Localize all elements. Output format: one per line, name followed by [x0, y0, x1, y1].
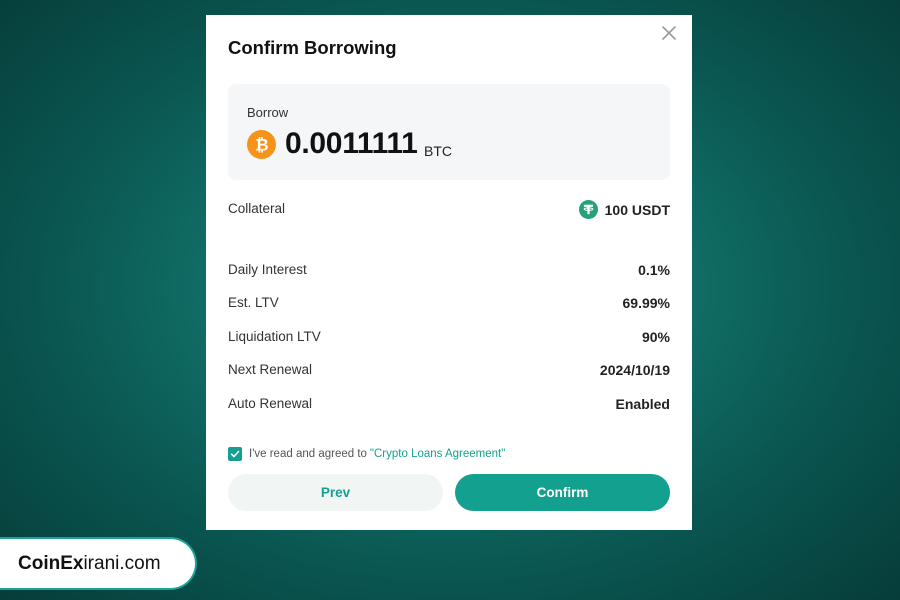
detail-row-daily-interest: Daily Interest 0.1%: [228, 262, 670, 282]
agreement-checkbox[interactable]: [228, 447, 242, 461]
collateral-label: Collateral: [228, 201, 286, 216]
detail-row-next-renewal: Next Renewal 2024/10/19: [228, 362, 670, 382]
detail-row-auto-renewal: Auto Renewal Enabled: [228, 396, 670, 416]
agreement-row: I've read and agreed to "Crypto Loans Ag…: [228, 446, 505, 462]
collateral-row: Collateral 100 USDT: [228, 200, 670, 221]
borrow-label: Borrow: [247, 105, 289, 120]
detail-label: Liquidation LTV: [228, 329, 321, 344]
close-icon: [662, 26, 676, 40]
detail-label: Daily Interest: [228, 262, 307, 277]
detail-value: 0.1%: [638, 262, 670, 278]
detail-value: 90%: [641, 329, 670, 345]
detail-label: Auto Renewal: [228, 396, 313, 411]
detail-label: Next Renewal: [228, 362, 313, 377]
detail-value: 69.99%: [622, 295, 670, 311]
detail-label: Est. LTV: [228, 295, 279, 310]
detail-row-liquidation-ltv: Liquidation LTV 90%: [228, 329, 670, 349]
bitcoin-icon: ₿: [247, 130, 276, 159]
detail-value: Enabled: [615, 396, 670, 412]
confirm-button[interactable]: Confirm: [455, 474, 670, 511]
crypto-loans-agreement-link[interactable]: "Crypto Loans Agreement": [370, 448, 505, 460]
dialog-title: Confirm Borrowing: [228, 37, 397, 58]
borrow-unit: BTC: [424, 143, 452, 159]
close-button[interactable]: [660, 24, 678, 42]
brand-name-bold: CoinEx: [18, 552, 84, 574]
brand-watermark: CoinEx irani.com: [0, 537, 197, 590]
tether-icon: [578, 200, 598, 219]
detail-row-est-ltv: Est. LTV 69.99%: [228, 295, 670, 315]
prev-button[interactable]: Prev: [228, 474, 443, 511]
collateral-value: 100 USDT: [604, 201, 670, 218]
confirm-borrowing-dialog: Confirm Borrowing Borrow ₿ 0.0011111 BTC…: [206, 15, 692, 530]
brand-name-domain: irani.com: [83, 552, 161, 574]
borrow-amount: 0.0011111: [285, 127, 418, 160]
svg-text:₿: ₿: [255, 135, 268, 154]
check-icon: [230, 450, 240, 458]
detail-value: 2024/10/19: [599, 362, 670, 378]
collateral-value-wrap: 100 USDT: [578, 200, 670, 219]
borrow-summary-card: Borrow ₿ 0.0011111 BTC: [228, 84, 670, 180]
agreement-text: I've read and agreed to: [249, 448, 367, 460]
